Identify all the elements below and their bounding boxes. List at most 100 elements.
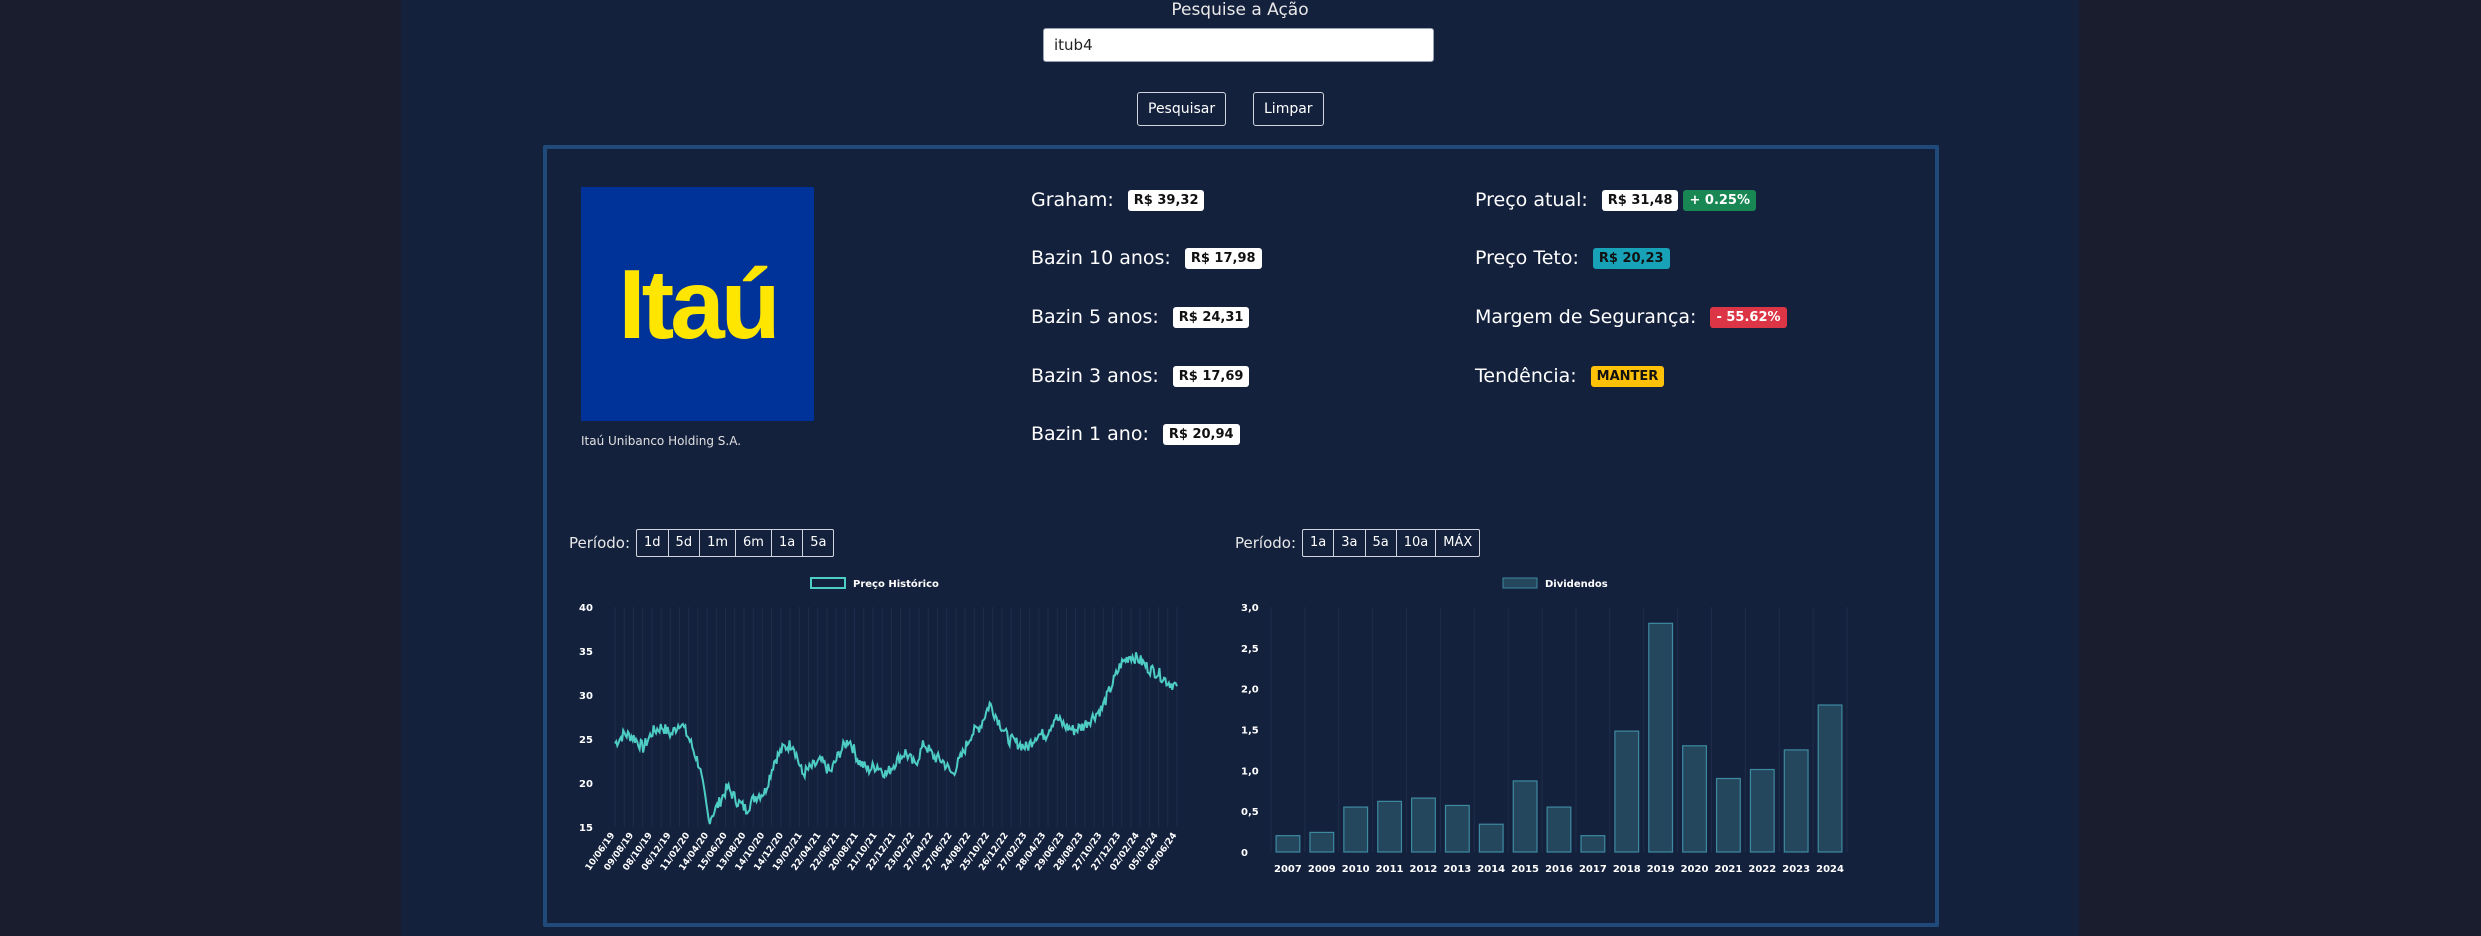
dividend-period-selector: Período: 1a 3a 5a 10a MÁX xyxy=(1235,529,1481,557)
metric-graham: Graham: R$ 39,32 xyxy=(1031,189,1205,211)
dividend-bar xyxy=(1343,806,1369,853)
metric-bazin-5: Bazin 5 anos: R$ 24,31 xyxy=(1031,306,1250,328)
metric-label: Graham: xyxy=(1031,189,1114,211)
metric-bazin-3: Bazin 3 anos: R$ 17,69 xyxy=(1031,365,1250,387)
y-tick-label: 25 xyxy=(579,735,593,746)
x-tick-label: 2014 xyxy=(1477,864,1505,875)
x-tick-label: 2024 xyxy=(1816,864,1844,875)
period-button-group: 1a 3a 5a 10a MÁX xyxy=(1302,529,1481,557)
price-badge: R$ 31,48 xyxy=(1601,189,1679,211)
x-tick-label: 2022 xyxy=(1748,864,1776,875)
price-line-series xyxy=(614,652,1178,825)
y-tick-label: 15 xyxy=(579,823,593,834)
dividend-bar xyxy=(1715,777,1741,853)
metric-value-badge: R$ 39,32 xyxy=(1127,189,1205,211)
period-label: Período: xyxy=(569,534,631,552)
dividend-bar xyxy=(1580,835,1606,853)
dividend-bar xyxy=(1512,780,1538,853)
x-tick-label: 2010 xyxy=(1342,864,1370,875)
period-button-group: 1d 5d 1m 6m 1a 5a xyxy=(636,529,835,557)
search-button[interactable]: Pesquisar xyxy=(1137,92,1227,126)
x-tick-label: 2015 xyxy=(1511,864,1539,875)
y-tick-label: 3,0 xyxy=(1241,603,1259,614)
y-tick-label: 2,0 xyxy=(1241,685,1259,696)
x-tick-label: 2021 xyxy=(1714,864,1742,875)
dividend-bar xyxy=(1682,745,1707,853)
legend-swatch xyxy=(810,577,846,589)
main-content: Pesquise a Ação Pesquisar Limpar Itaú It… xyxy=(401,0,2079,936)
tendencia-badge: MANTER xyxy=(1590,365,1665,387)
metric-label: Tendência: xyxy=(1475,365,1577,387)
y-tick-label: 30 xyxy=(579,691,593,702)
dividend-bar xyxy=(1817,704,1843,853)
dividend-bar xyxy=(1478,823,1504,853)
y-tick-label: 1,5 xyxy=(1241,726,1259,737)
y-tick-label: 0,5 xyxy=(1241,807,1259,818)
y-tick-label: 1,0 xyxy=(1241,766,1259,777)
y-tick-label: 2,5 xyxy=(1241,644,1259,655)
period-button-5a[interactable]: 5a xyxy=(1366,530,1397,556)
legend-swatch xyxy=(1502,577,1538,589)
period-button-5a[interactable]: 5a xyxy=(803,530,833,556)
search-label: Pesquise a Ação xyxy=(1171,0,1309,20)
period-button-1a[interactable]: 1a xyxy=(772,530,804,556)
y-tick-label: 0 xyxy=(1241,848,1248,859)
search-input[interactable] xyxy=(1043,28,1434,62)
x-tick-label: 2009 xyxy=(1308,864,1336,875)
dividend-bar xyxy=(1309,831,1335,853)
teto-badge: R$ 20,23 xyxy=(1592,247,1670,269)
y-tick-label: 40 xyxy=(579,603,593,614)
dividend-bar xyxy=(1411,797,1436,853)
period-button-5d[interactable]: 5d xyxy=(669,530,701,556)
legend-label: Dividendos xyxy=(1545,579,1608,590)
metric-label: Preço Teto: xyxy=(1475,247,1579,269)
metric-value-badge: R$ 24,31 xyxy=(1172,306,1250,328)
x-tick-label: 2013 xyxy=(1443,864,1471,875)
metric-value-badge: R$ 17,69 xyxy=(1172,365,1250,387)
period-button-1m[interactable]: 1m xyxy=(700,530,737,556)
company-logo: Itaú xyxy=(581,187,814,421)
period-button-6m[interactable]: 6m xyxy=(736,530,772,556)
metric-bazin-1: Bazin 1 ano: R$ 20,94 xyxy=(1031,423,1240,445)
dividend-bar xyxy=(1275,835,1301,853)
metric-margem: Margem de Segurança: - 55.62% xyxy=(1475,306,1787,328)
period-button-1a[interactable]: 1a xyxy=(1303,530,1335,556)
dividend-bar xyxy=(1377,800,1403,853)
x-tick-label: 2023 xyxy=(1782,864,1810,875)
dividend-bar xyxy=(1546,806,1572,853)
price-period-selector: Período: 1d 5d 1m 6m 1a 5a xyxy=(569,529,835,557)
metric-label: Bazin 1 ano: xyxy=(1031,423,1149,445)
margem-badge: - 55.62% xyxy=(1710,306,1787,328)
period-button-10a[interactable]: 10a xyxy=(1397,530,1437,556)
x-tick-label: 2017 xyxy=(1579,864,1607,875)
metric-value-badge: R$ 20,94 xyxy=(1162,423,1240,445)
dividend-bar xyxy=(1783,749,1809,853)
metric-value-badge: R$ 17,98 xyxy=(1184,247,1262,269)
change-badge: + 0.25% xyxy=(1683,189,1757,211)
x-tick-label: 2019 xyxy=(1647,864,1675,875)
metric-tendencia: Tendência: MANTER xyxy=(1475,365,1665,387)
x-tick-label: 2011 xyxy=(1376,864,1404,875)
stock-card: Itaú Itaú Unibanco Holding S.A. Graham: … xyxy=(543,145,1939,927)
metric-label: Preço atual: xyxy=(1475,189,1588,211)
dividend-bar xyxy=(1749,768,1775,853)
x-tick-label: 2018 xyxy=(1613,864,1641,875)
metric-label: Bazin 10 anos: xyxy=(1031,247,1171,269)
metric-preco-teto: Preço Teto: R$ 20,23 xyxy=(1475,247,1670,269)
period-label: Período: xyxy=(1235,534,1297,552)
x-tick-label: 2016 xyxy=(1545,864,1573,875)
y-tick-label: 35 xyxy=(579,647,593,658)
clear-button[interactable]: Limpar xyxy=(1253,92,1324,126)
logo-text: Itaú xyxy=(618,248,780,359)
period-button-1d[interactable]: 1d xyxy=(637,530,669,556)
period-button-max[interactable]: MÁX xyxy=(1436,530,1479,556)
dividend-bar xyxy=(1614,730,1640,853)
period-button-3a[interactable]: 3a xyxy=(1334,530,1366,556)
page-left-margin xyxy=(0,0,401,936)
legend-label: Preço Histórico xyxy=(853,578,939,590)
metric-label: Bazin 3 anos: xyxy=(1031,365,1159,387)
metric-label: Bazin 5 anos: xyxy=(1031,306,1159,328)
dividend-bar xyxy=(1648,622,1674,853)
metric-label: Margem de Segurança: xyxy=(1475,306,1697,328)
x-tick-label: 2012 xyxy=(1410,864,1438,875)
